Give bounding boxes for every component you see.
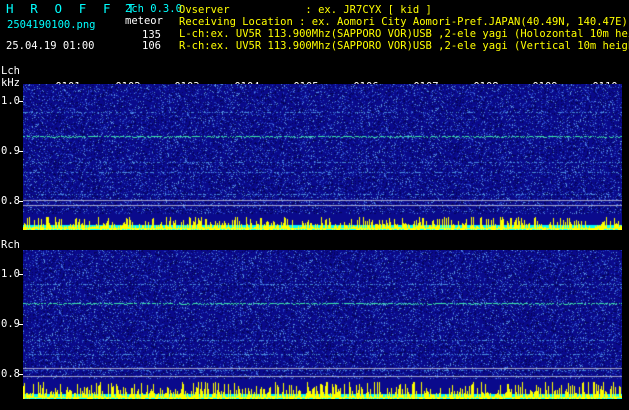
filename-label: 2504190100.png	[7, 19, 96, 31]
mode-label: 2ch 0.3.0	[125, 3, 182, 15]
lch-ytick-label: 1.0	[1, 95, 20, 107]
location-line: Receiving Location : ex. Aomori City Aom…	[179, 16, 628, 28]
event-label: meteor	[125, 15, 163, 27]
lch-unit-label: kHz	[1, 77, 20, 89]
lch-channel-label: Lch	[1, 65, 20, 77]
lch-spectrogram	[23, 84, 622, 230]
app-brand: H R O F F T	[6, 1, 140, 16]
lch-ytick-label: 0.8	[1, 195, 20, 207]
lch-info-line: L-ch:ex. UV5R 113.900Mhz(SAPPORO VOR)USB…	[179, 28, 629, 40]
rch-spectrogram	[23, 250, 622, 399]
count-rch: 106	[142, 40, 161, 52]
observer-line: Ovserver : ex. JR7CYX [ kid ]	[179, 4, 432, 16]
rch-ytick-label: 1.0	[1, 268, 20, 280]
lch-ytick-label: 0.9	[1, 145, 20, 157]
rch-ytick-label: 0.9	[1, 318, 20, 330]
datetime-label: 25.04.19 01:00	[6, 40, 95, 52]
rch-ytick-label: 0.8	[1, 368, 20, 380]
rch-channel-label: Rch	[1, 239, 20, 251]
rch-info-line: R-ch:ex. UV5R 113.900Mhz(SAPPORO VOR)USB…	[179, 40, 629, 52]
